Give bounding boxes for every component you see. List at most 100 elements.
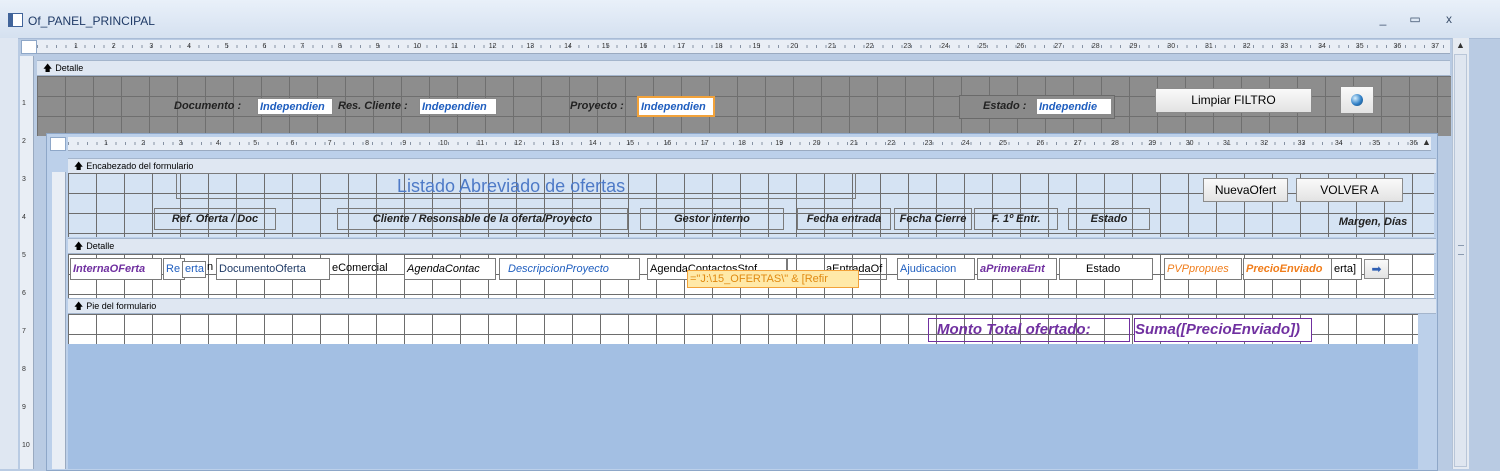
field-oferta-link[interactable]: erta] [1331, 258, 1362, 280]
documento-filter[interactable]: Independien [257, 98, 333, 115]
field-pvp-propuesto[interactable]: PVPpropues [1164, 258, 1242, 280]
left-gutter [0, 38, 18, 469]
ruler-number: 14 [588, 140, 597, 147]
estado-filter[interactable]: Independie [1036, 98, 1112, 115]
ruler-number: 16 [663, 140, 672, 147]
ruler-number: 24 [961, 140, 970, 147]
minimize-button[interactable]: _ [1370, 10, 1396, 28]
vruler-number: 5 [22, 252, 26, 259]
subform-scroll-up-icon[interactable]: ▲ [1422, 137, 1431, 147]
ruler-number: 4 [187, 43, 191, 50]
inner-detail-label: Detalle [86, 241, 115, 251]
ruler-number: 35 [1355, 43, 1364, 50]
proyecto-label: Proyecto : [570, 100, 624, 112]
ruler-number: 25 [999, 140, 1007, 147]
vruler-number: 6 [22, 290, 26, 297]
field-ruta-oferta[interactable]: ="J:\15_OFERTAS\" & [Refir [687, 270, 859, 288]
window-title: Of_PANEL_PRINCIPAL [28, 14, 155, 28]
subform-horizontal-ruler: 1 2 3 4 5 6 7 8 9 10 11 12 13 14 15 16 17 18 19 20 21 22 23 24 2… [68, 137, 1431, 151]
ruler-number: 28 [1111, 140, 1119, 147]
listado-title: Listado Abreviado de ofertas [397, 176, 626, 196]
header-margen: Margen, Días [1338, 216, 1408, 228]
close-button[interactable]: x [1436, 10, 1462, 28]
vruler-number: 10 [22, 442, 30, 449]
proyecto-filter[interactable]: Independien [637, 96, 715, 117]
ruler-number: 20 [790, 43, 799, 50]
vruler-number: 1 [22, 100, 26, 107]
ruler-number: 1 [74, 43, 78, 50]
header-estado: Estado [1068, 208, 1150, 230]
res-cliente-label: Res. Cliente : [338, 100, 408, 112]
vruler-number: 4 [22, 214, 26, 221]
globe-icon [1351, 94, 1363, 106]
ruler-number: 10 [439, 140, 448, 147]
field-comercial[interactable]: eComercial [330, 258, 402, 280]
documento-label: Documento : [174, 100, 242, 112]
res-cliente-filter[interactable]: Independien [419, 98, 497, 115]
ruler-number: 33 [1280, 43, 1289, 50]
maximize-button[interactable]: ▭ [1402, 10, 1428, 28]
open-arrow-button[interactable]: ➡ [1364, 259, 1389, 279]
ruler-number: 11 [477, 140, 485, 147]
ruler-number: 28 [1091, 43, 1100, 50]
detalle-section-label: Detalle [55, 63, 84, 73]
ruler-number: 19 [775, 140, 784, 147]
scrollbar-thumb[interactable] [1454, 54, 1467, 467]
ruler-number: 21 [828, 43, 836, 50]
ruler-number: 22 [865, 43, 874, 50]
field-descripcion-proyecto[interactable]: DescripcionProyecto [499, 258, 640, 280]
ruler-number: 26 [1036, 140, 1045, 147]
ruler-number: 37 [1431, 43, 1439, 50]
ruler-number: 30 [1185, 140, 1194, 147]
vruler-number: 2 [22, 138, 26, 145]
header-fecha-entrada: Fecha entrada [797, 208, 891, 230]
ruler-number: 5 [224, 43, 229, 50]
vertical-scrollbar[interactable]: ▲ [1452, 38, 1469, 469]
field-oferta-sub[interactable]: erta [182, 261, 206, 278]
back-button[interactable]: VOLVER A [1296, 178, 1403, 202]
field-adjudicacion[interactable]: Ajudicacion [897, 258, 975, 280]
subform-selector[interactable] [50, 137, 66, 151]
ruler-number: 3 [149, 43, 154, 50]
form-selector[interactable] [21, 40, 37, 54]
ruler-number: 16 [639, 43, 648, 50]
ruler-number: 6 [262, 43, 267, 50]
header-section-bar[interactable]: 🡅 Encabezado del formulario [68, 158, 1436, 174]
scroll-up-icon[interactable]: ▲ [1456, 40, 1465, 50]
ruler-number: 2 [111, 43, 116, 50]
ruler-number: 20 [812, 140, 821, 147]
ruler-number: 32 [1260, 140, 1269, 147]
ruler-number: 18 [738, 140, 746, 147]
field-interna-oferta[interactable]: InternaOFerta [70, 258, 162, 280]
ruler-number: 11 [451, 43, 459, 50]
ruler-number: 8 [337, 43, 342, 50]
ruler-number: 17 [700, 140, 709, 147]
ruler-number: 36 [1393, 43, 1402, 50]
estado-label: Estado : [983, 100, 1027, 112]
field-primera-entrega[interactable]: aPrimeraEnt [977, 258, 1057, 280]
ruler-number: 31 [1205, 43, 1213, 50]
vruler-number: 3 [22, 176, 26, 183]
field-estado[interactable]: Estado [1059, 258, 1153, 280]
field-agenda-contac[interactable]: AgendaContac [404, 258, 496, 280]
new-offer-button[interactable]: NuevaOfert [1203, 178, 1288, 202]
ruler-number: 35 [1372, 140, 1380, 147]
inner-detail-section-bar[interactable]: 🡅 Detalle [68, 238, 1436, 254]
ruler-number: 3 [178, 140, 183, 147]
ruler-number: 4 [215, 140, 220, 147]
title-bar: Of_PANEL_PRINCIPAL _ ▭ x [0, 0, 1500, 39]
ruler-number: 1 [104, 140, 108, 147]
field-precio-enviado[interactable]: PrecioEnviado [1243, 258, 1333, 280]
clear-filter-button[interactable]: Limpiar FILTRO [1155, 88, 1312, 113]
outer-horizontal-ruler: 1 2 3 4 5 6 7 8 9 10 11 12 13 14 15 16 17 18 19 20 21 22 23 24 2… [37, 40, 1450, 54]
field-documento-oferta[interactable]: DocumentoOferta [216, 258, 330, 280]
ruler-number: 25 [978, 43, 987, 50]
ruler-number: 36 [1409, 140, 1418, 147]
total-value[interactable]: Suma([PrecioEnviado]) [1134, 318, 1312, 342]
footer-section-bar[interactable]: 🡅 Pie del formulario [68, 298, 1436, 314]
ruler-number: 12 [514, 140, 523, 147]
globe-button[interactable] [1340, 86, 1374, 114]
detalle-section-bar[interactable]: 🡅 Detalle [37, 60, 1450, 76]
ruler-number: 34 [1318, 43, 1326, 50]
vruler-number: 7 [22, 328, 26, 335]
